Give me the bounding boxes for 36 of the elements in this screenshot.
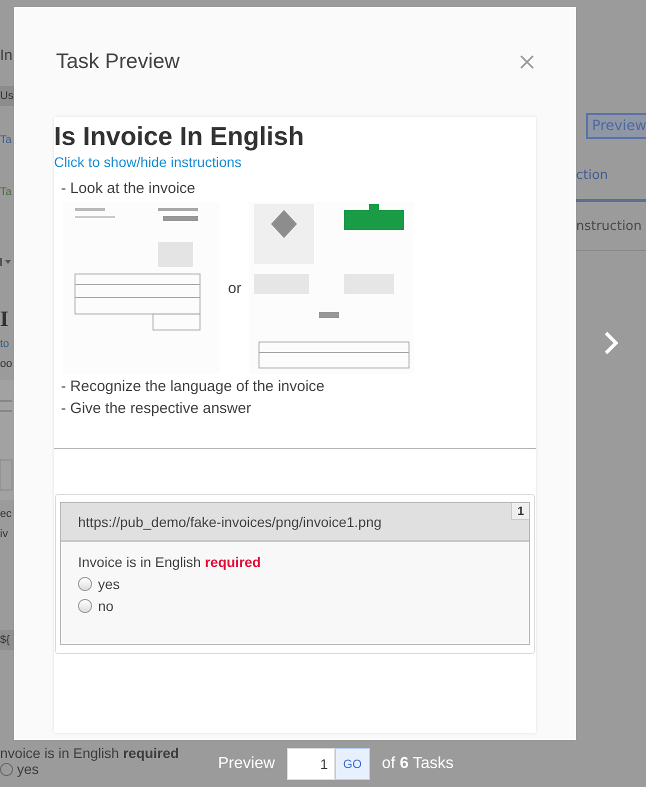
text-fragment: ${ [0,630,14,650]
text-fragment: oo [0,358,14,370]
question-label: nvoice is in English required [0,745,180,761]
text-fragment: Ta [0,134,13,146]
text-fragment: Us [0,86,14,106]
instruction-step: - Give the respective answer [54,398,536,420]
close-icon[interactable] [520,55,534,69]
task-count: of 6 Tasks [382,755,454,773]
text-fragment: ec [0,508,13,520]
preview-button[interactable]: Preview [586,113,646,139]
text-fragment: In [0,47,14,64]
page-input[interactable]: 1 [286,748,335,780]
radio-button[interactable] [78,599,92,613]
tab[interactable]: ction [576,151,646,202]
task-number: 1 [511,503,529,520]
modal-title: Task Preview [56,50,180,74]
radio-button[interactable] [78,577,92,591]
instruction-step: - Recognize the language of the invoice [54,376,536,398]
text-fragment: Ta [0,186,13,198]
image-url: https://pub_demo/fake-invoices/png/invoice1.png [77,514,382,530]
question-label: Invoice is in English required [78,554,262,570]
or-text: or [228,280,242,296]
go-button[interactable]: GO [334,748,370,780]
radio-button[interactable] [0,762,13,776]
task-heading: Is Invoice In English [54,121,305,152]
pager-label: Preview [218,755,275,773]
option-label: yes [17,761,39,777]
instruction-step: - Look at the invoice [54,178,536,200]
text-fragment: iv [0,528,9,540]
caret-icon [0,258,12,266]
text-fragment: to [0,338,10,350]
text-fragment: I [0,306,10,332]
tab[interactable]: nstruction [576,202,646,251]
instructions-link[interactable]: Click to show/hide instructions [54,154,242,170]
option-label: yes [98,576,120,592]
option-label: no [98,598,114,614]
